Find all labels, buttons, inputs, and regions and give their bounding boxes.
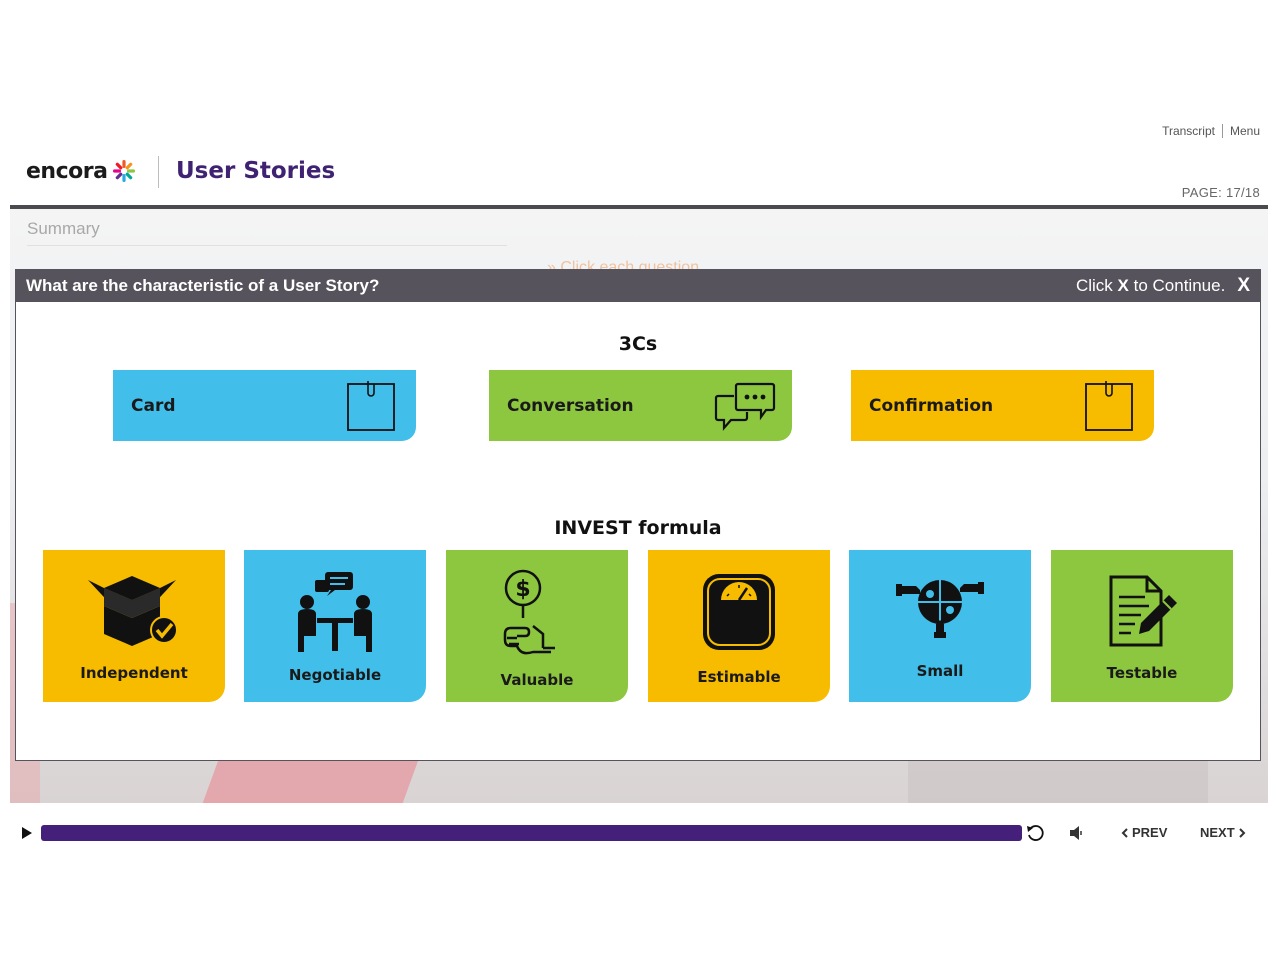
header: encora User Stories PAGE: 17/18 xyxy=(0,150,1278,205)
progress-fill xyxy=(41,825,1022,841)
estimable-label: Estimable xyxy=(697,668,781,686)
continue-instruction: Click X to Continue. X xyxy=(1076,275,1250,297)
section-label: Summary xyxy=(27,219,100,238)
top-links: Transcript Menu xyxy=(1162,124,1260,138)
continue-key: X xyxy=(1117,276,1129,295)
header-divider xyxy=(158,156,159,188)
page-indicator: PAGE: 17/18 xyxy=(1181,185,1260,200)
svg-text:$: $ xyxy=(515,577,530,602)
menu-link[interactable]: Menu xyxy=(1230,124,1260,138)
continue-suffix: to Continue. xyxy=(1133,276,1226,295)
three-cs-heading: 3Cs xyxy=(618,333,658,355)
chevron-right-icon xyxy=(1238,827,1246,838)
progress-bar[interactable] xyxy=(41,825,1022,841)
valuable-label: Valuable xyxy=(500,671,574,689)
negotiable-button[interactable]: Negotiable xyxy=(244,550,426,702)
valuable-button[interactable]: $ Valuable xyxy=(446,550,628,702)
document-pencil-icon xyxy=(1109,575,1177,647)
hand-dollar-icon: $ xyxy=(503,569,555,655)
volume-icon[interactable] xyxy=(1068,825,1086,841)
scale-icon xyxy=(703,574,775,650)
characteristics-modal: What are the characteristic of a User St… xyxy=(15,269,1261,761)
continue-prefix: Click xyxy=(1075,276,1113,295)
player-controls: PREV NEXT xyxy=(0,816,1278,850)
play-icon[interactable] xyxy=(20,825,34,841)
prev-button[interactable]: PREV xyxy=(1118,825,1167,840)
box-check-icon xyxy=(88,576,178,646)
confirmation-label: Confirmation xyxy=(869,395,994,416)
next-button[interactable]: NEXT xyxy=(1200,825,1249,840)
encora-logo: encora xyxy=(26,158,137,184)
encora-starburst-icon xyxy=(113,160,136,182)
close-button[interactable]: X xyxy=(1237,275,1250,297)
negotiable-label: Negotiable xyxy=(288,666,382,684)
invest-heading: INVEST formula xyxy=(554,517,722,539)
small-button[interactable]: Small xyxy=(849,550,1031,702)
independent-label: Independent xyxy=(80,664,188,682)
transcript-link[interactable]: Transcript xyxy=(1162,124,1215,138)
section-underline xyxy=(27,245,507,246)
modal-title-bar: What are the characteristic of a User St… xyxy=(16,270,1260,302)
meeting-table-icon xyxy=(298,572,372,652)
confirmation-button[interactable]: Confirmation xyxy=(851,370,1154,441)
link-separator xyxy=(1221,124,1223,138)
chat-bubbles-icon xyxy=(714,382,776,431)
prev-label: PREV xyxy=(1132,825,1168,840)
card-label: Card xyxy=(131,395,176,416)
testable-button[interactable]: Testable xyxy=(1051,550,1233,702)
conversation-label: Conversation xyxy=(507,395,634,416)
independent-button[interactable]: Independent xyxy=(43,550,225,702)
logo-text: encora xyxy=(26,158,108,184)
modal-title: What are the characteristic of a User St… xyxy=(26,276,380,295)
testable-label: Testable xyxy=(1106,664,1178,682)
chevron-left-icon xyxy=(1121,827,1128,838)
course-title: User Stories xyxy=(176,158,336,184)
puzzle-hands-icon xyxy=(896,580,984,638)
sticky-note-icon xyxy=(1085,381,1133,431)
sticky-note-icon xyxy=(347,381,395,431)
small-label: Small xyxy=(916,662,964,680)
conversation-button[interactable]: Conversation xyxy=(489,370,792,441)
card-button[interactable]: Card xyxy=(113,370,416,441)
estimable-button[interactable]: Estimable xyxy=(648,550,830,702)
replay-icon[interactable] xyxy=(1026,824,1044,842)
next-label: NEXT xyxy=(1200,825,1235,840)
